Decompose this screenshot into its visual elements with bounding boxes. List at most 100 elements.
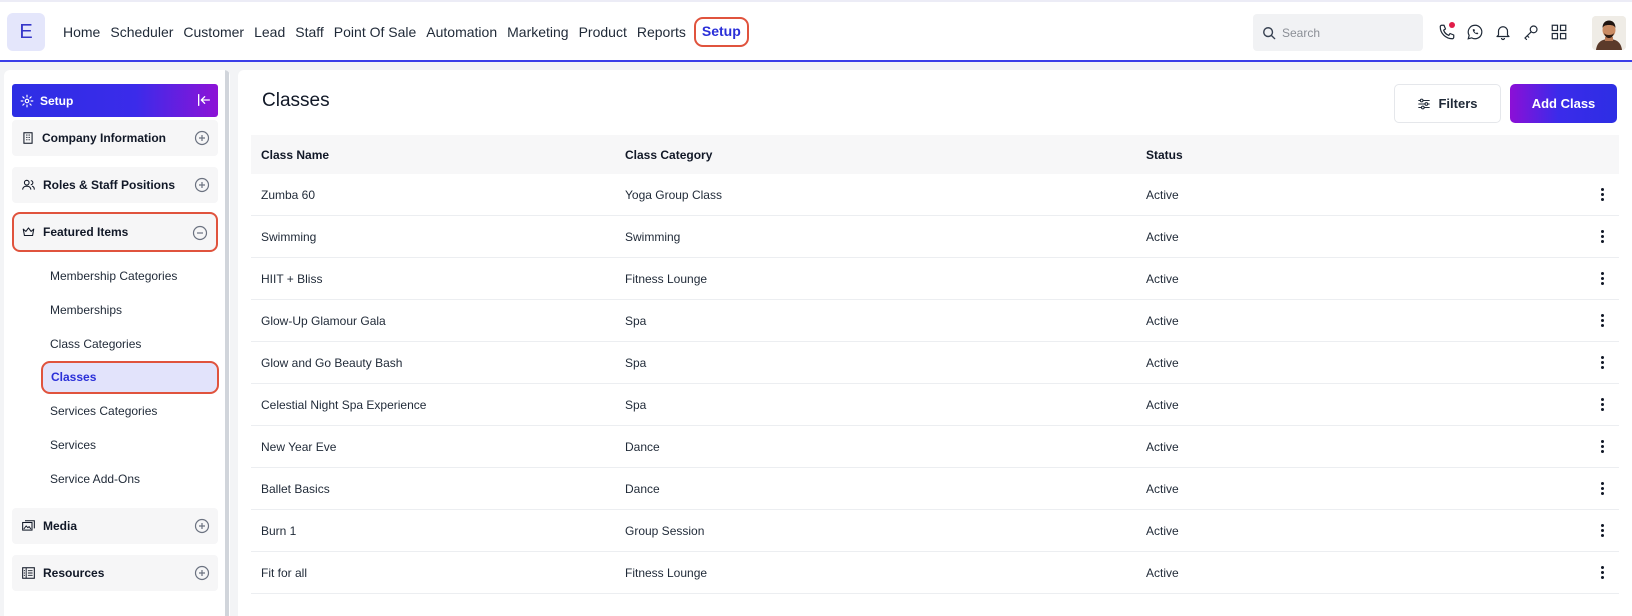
cell-class-category: Swimming (625, 229, 681, 244)
nav-setup[interactable]: Setup (693, 17, 749, 47)
nav-reports[interactable]: Reports (632, 17, 691, 47)
row-actions-cell (1585, 227, 1619, 246)
column-header-class-category[interactable]: Class Category (615, 148, 1135, 162)
page-title: Classes (262, 90, 330, 111)
expand-icon[interactable] (194, 130, 210, 146)
app-logo[interactable]: E (7, 13, 45, 51)
key-icon[interactable] (1521, 21, 1540, 43)
more-options-icon[interactable] (1595, 227, 1610, 246)
table-row[interactable]: Celestial Night Spa Experience Spa Active (251, 384, 1619, 426)
kebab-dot (1600, 398, 1604, 401)
sidebar-section-label: Company Information (42, 131, 167, 145)
nav-product[interactable]: Product (574, 17, 632, 47)
sidebar-section-resources[interactable]: Resources (12, 555, 218, 591)
kebab-dot (1600, 440, 1604, 443)
cell-class-category: Dance (625, 481, 660, 496)
add-class-button[interactable]: Add Class (1510, 84, 1617, 123)
sidebar-section-company-information[interactable]: Company Information (12, 120, 218, 156)
nav-marketing[interactable]: Marketing (502, 17, 573, 47)
nav-customer[interactable]: Customer (178, 17, 249, 47)
kebab-dot (1600, 524, 1604, 527)
expand-icon[interactable] (194, 177, 210, 193)
sidebar-section-featured-items[interactable]: Featured Items (12, 212, 218, 252)
column-header-class-name[interactable]: Class Name (251, 148, 615, 162)
more-options-icon[interactable] (1595, 563, 1610, 582)
cell-class-category: Fitness Lounge (625, 271, 708, 286)
cell-status: Active (1146, 565, 1179, 580)
expand-icon[interactable] (194, 518, 210, 534)
cell-class-name: Celestial Night Spa Experience (261, 397, 427, 412)
sidebar-section-label: Roles & Staff Positions (43, 178, 176, 192)
cell-class-name: Ballet Basics (261, 481, 330, 496)
more-options-icon[interactable] (1595, 311, 1610, 330)
more-options-icon[interactable] (1595, 269, 1610, 288)
sidebar-header: Setup (12, 84, 218, 117)
sidebar-header-label: Setup (40, 93, 74, 108)
kebab-dot (1600, 277, 1604, 280)
nav-staff[interactable]: Staff (290, 17, 329, 47)
user-avatar[interactable] (1592, 16, 1626, 50)
sidebar-item-services-categories[interactable]: Services Categories (50, 404, 157, 418)
apps-grid-icon[interactable] (1549, 21, 1568, 43)
row-actions-cell (1585, 353, 1619, 372)
more-options-icon[interactable] (1595, 353, 1610, 372)
sidebar-item-memberships[interactable]: Memberships (50, 303, 122, 317)
table-row[interactable]: Ballet Basics Dance Active (251, 468, 1619, 510)
sidebar-item-classes[interactable]: Classes (41, 361, 219, 394)
kebab-dot (1600, 361, 1604, 364)
cell-class-name: Glow and Go Beauty Bash (261, 355, 403, 370)
phone-icon[interactable] (1437, 21, 1456, 43)
table-row[interactable]: Zumba 60 Yoga Group Class Active (251, 174, 1619, 216)
table-row[interactable]: Glow-Up Glamour Gala Spa Active (251, 300, 1619, 342)
more-options-icon[interactable] (1595, 437, 1610, 456)
cell-class-name: Zumba 60 (261, 187, 316, 202)
more-options-icon[interactable] (1595, 185, 1610, 204)
table-row[interactable]: Burn 1 Group Session Active (251, 510, 1619, 552)
nav-scheduler[interactable]: Scheduler (105, 17, 178, 47)
classes-table: Class Name Class Category Status Zumba 6… (251, 135, 1619, 594)
whatsapp-icon[interactable] (1465, 21, 1484, 43)
more-options-icon[interactable] (1595, 395, 1610, 414)
collapse-sidebar-icon[interactable] (196, 92, 212, 108)
nav-lead[interactable]: Lead (249, 17, 290, 47)
kebab-dot (1600, 576, 1604, 579)
row-actions-cell (1585, 311, 1619, 330)
row-actions-cell (1585, 437, 1619, 456)
cell-class-category: Spa (625, 313, 647, 328)
filters-label: Filters (1438, 96, 1478, 111)
media-icon (21, 519, 36, 533)
sidebar-item-services[interactable]: Services (50, 438, 96, 452)
nav-automation[interactable]: Automation (421, 17, 502, 47)
bell-icon[interactable] (1493, 21, 1512, 43)
more-options-icon[interactable] (1595, 521, 1610, 540)
sidebar-section-label: Media (43, 519, 78, 533)
collapse-icon[interactable] (192, 225, 208, 241)
column-header-status[interactable]: Status (1135, 148, 1585, 162)
filters-button[interactable]: Filters (1394, 84, 1501, 123)
nav-home[interactable]: Home (58, 17, 105, 47)
more-options-icon[interactable] (1595, 479, 1610, 498)
sidebar-scrollbar[interactable] (225, 70, 229, 616)
sidebar-section-roles-staff-positions[interactable]: Roles & Staff Positions (12, 167, 218, 203)
kebab-dot (1600, 282, 1604, 285)
table-row[interactable]: HIIT + Bliss Fitness Lounge Active (251, 258, 1619, 300)
table-row[interactable]: New Year Eve Dance Active (251, 426, 1619, 468)
cell-class-category: Spa (625, 397, 647, 412)
sidebar-section-media[interactable]: Media (12, 508, 218, 544)
table-row[interactable]: Swimming Swimming Active (251, 216, 1619, 258)
table-row[interactable]: Fit for all Fitness Lounge Active (251, 552, 1619, 594)
setup-sidebar: Setup Company Information Roles & Staff … (4, 70, 230, 616)
table-row[interactable]: Glow and Go Beauty Bash Spa Active (251, 342, 1619, 384)
expand-icon[interactable] (194, 565, 210, 581)
cell-class-name: Swimming (261, 229, 317, 244)
sidebar-item-service-add-ons[interactable]: Service Add-Ons (50, 472, 140, 486)
search-input[interactable] (1282, 25, 1412, 40)
kebab-dot (1600, 571, 1604, 574)
sidebar-item-class-categories[interactable]: Class Categories (50, 337, 141, 351)
sidebar-item-membership-categories[interactable]: Membership Categories (50, 269, 177, 283)
sidebar-section-label: Featured Items (43, 225, 129, 239)
building-icon (21, 131, 35, 145)
crown-icon (21, 225, 36, 239)
cell-class-category: Spa (625, 355, 647, 370)
nav-point-of-sale[interactable]: Point Of Sale (329, 17, 422, 47)
